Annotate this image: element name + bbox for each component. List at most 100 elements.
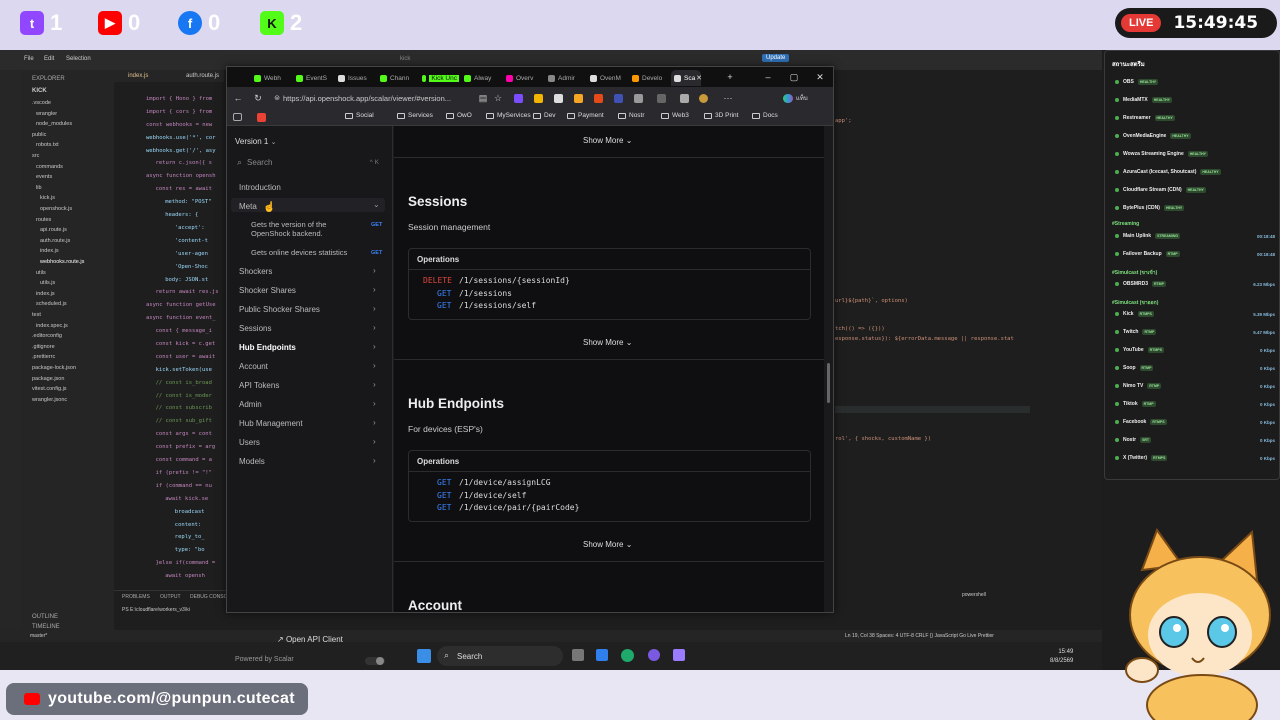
- browser-tab[interactable]: Admir: [545, 70, 585, 86]
- scrollbar-thumb[interactable]: [827, 363, 830, 403]
- nav-meta[interactable]: Meta: [239, 202, 257, 211]
- nav-item[interactable]: Account: [239, 362, 268, 371]
- browser-tab[interactable]: EventS: [293, 70, 333, 86]
- chevron-right-icon[interactable]: ›: [373, 456, 376, 465]
- extension-icon[interactable]: [554, 94, 563, 103]
- explorer-file[interactable]: kick.js: [40, 195, 55, 201]
- taskbar-clock[interactable]: 15:49 8/8/2569: [1050, 648, 1073, 666]
- edge-taskbar-icon[interactable]: [621, 649, 634, 662]
- reload-icon[interactable]: ↻: [251, 91, 265, 105]
- explorer-file[interactable]: auth.route.js: [40, 238, 70, 244]
- vscode-taskbar-icon[interactable]: [596, 649, 608, 661]
- browser-tab[interactable]: Webh: [251, 70, 291, 86]
- panel-tab-output[interactable]: OUTPUT: [160, 594, 181, 600]
- chevron-right-icon[interactable]: ›: [373, 437, 376, 446]
- extension-icon[interactable]: [594, 94, 603, 103]
- close-icon[interactable]: ✕: [809, 69, 831, 85]
- explorer-file[interactable]: package-lock.json: [32, 365, 76, 371]
- avatar[interactable]: [699, 94, 708, 103]
- explorer-file[interactable]: events: [36, 174, 52, 180]
- chevron-right-icon[interactable]: ›: [373, 361, 376, 370]
- git-branch[interactable]: master*: [30, 633, 47, 639]
- extension-icon[interactable]: [534, 94, 543, 103]
- nav-item[interactable]: Shocker Shares: [239, 286, 296, 295]
- downloads-icon[interactable]: [680, 94, 689, 103]
- explorer-file[interactable]: vitest.config.js: [32, 386, 67, 392]
- site-info-icon[interactable]: ⊜: [270, 91, 284, 105]
- windows-start-icon[interactable]: [417, 649, 431, 663]
- browser-tab[interactable]: Alway: [461, 70, 501, 86]
- route-path[interactable]: /1/device/assignLCG: [459, 478, 551, 487]
- extension-icon[interactable]: [657, 94, 666, 103]
- nav-item[interactable]: Hub Endpoints: [239, 343, 296, 352]
- tab-close-icon[interactable]: ✕: [693, 70, 705, 86]
- taskbar-search[interactable]: ⌕ Search: [437, 646, 563, 666]
- taskview-icon[interactable]: [572, 649, 584, 661]
- explorer-file[interactable]: wrangler.jsonc: [32, 397, 67, 403]
- explorer-file[interactable]: .editorconfig: [32, 333, 62, 339]
- explorer-file[interactable]: .prettierrc: [32, 354, 55, 360]
- bookmark-folder[interactable]: Services: [397, 112, 433, 119]
- panel-tab-problems[interactable]: PROBLEMS: [122, 594, 150, 600]
- explorer-file[interactable]: commands: [36, 164, 63, 170]
- explorer-file[interactable]: utils: [36, 270, 46, 276]
- bookmark-folder[interactable]: MyServices: [486, 112, 531, 119]
- open-api-client-button[interactable]: ↗ Open API Client: [277, 635, 343, 644]
- extension-icon[interactable]: [574, 94, 583, 103]
- browser-tab[interactable]: Develo: [629, 70, 669, 86]
- nav-meta-op-stats[interactable]: Gets online devices statistics: [251, 248, 347, 257]
- chevron-right-icon[interactable]: ›: [373, 342, 376, 351]
- mail-icon[interactable]: [233, 113, 242, 121]
- browser-tab[interactable]: Kick Unc: [419, 70, 459, 86]
- explorer-file[interactable]: utils.js: [40, 280, 55, 286]
- chevron-down-icon[interactable]: ⌄: [373, 200, 380, 209]
- explorer-file[interactable]: src: [32, 153, 39, 159]
- route-path[interactable]: /1/device/pair/{pairCode}: [459, 503, 579, 512]
- browser-tab[interactable]: Issues: [335, 70, 375, 86]
- nav-item[interactable]: Models: [239, 457, 265, 466]
- editor-tab[interactable]: index.js: [128, 73, 148, 79]
- nav-item[interactable]: Users: [239, 438, 260, 447]
- chevron-right-icon[interactable]: ›: [373, 418, 376, 427]
- explorer-file[interactable]: openshock.js: [40, 206, 72, 212]
- version-selector[interactable]: Version 1 ⌄: [235, 137, 276, 146]
- explorer-file[interactable]: public: [32, 132, 46, 138]
- explorer-file[interactable]: .vscode: [32, 100, 51, 106]
- explorer-file[interactable]: routes: [36, 217, 51, 223]
- nav-meta-op-version[interactable]: Gets the version of the OpenShock backen…: [251, 220, 361, 238]
- bookmark-folder[interactable]: Docs: [752, 112, 778, 119]
- show-more-button[interactable]: Show More ⌄: [583, 540, 632, 549]
- nav-item[interactable]: API Tokens: [239, 381, 279, 390]
- powered-by[interactable]: Powered by Scalar: [235, 656, 294, 663]
- update-button[interactable]: Update: [762, 54, 790, 62]
- chevron-right-icon[interactable]: ›: [373, 285, 376, 294]
- explorer-file[interactable]: node_modules: [36, 121, 72, 127]
- app-taskbar-icon[interactable]: [648, 649, 660, 661]
- gmail-icon[interactable]: [257, 113, 266, 122]
- back-icon[interactable]: ←: [231, 91, 245, 105]
- profile-button[interactable]: แท็บ: [783, 93, 808, 103]
- nav-item[interactable]: Public Shocker Shares: [239, 305, 320, 314]
- bookmark-folder[interactable]: Dev: [533, 112, 556, 119]
- bookmark-folder[interactable]: Web3: [661, 112, 689, 119]
- show-more-button[interactable]: Show More ⌄: [583, 136, 632, 145]
- reader-icon[interactable]: ▤: [476, 91, 490, 105]
- route-path[interactable]: /1/device/self: [459, 491, 526, 500]
- terminal-shell-label[interactable]: powershell: [962, 592, 986, 598]
- bookmark-folder[interactable]: Payment: [567, 112, 604, 119]
- menu-dots-icon[interactable]: ⋯: [721, 91, 735, 105]
- explorer-file[interactable]: lib: [36, 185, 42, 191]
- explorer-file[interactable]: wrangler: [36, 111, 57, 117]
- chevron-right-icon[interactable]: ›: [373, 266, 376, 275]
- nav-item[interactable]: Admin: [239, 400, 262, 409]
- search-input[interactable]: ⌕ Search ^ K: [235, 154, 383, 170]
- explorer-file[interactable]: index.spec.js: [36, 323, 68, 329]
- bookmark-folder[interactable]: Nostr: [618, 112, 645, 119]
- extension-icon[interactable]: [514, 94, 523, 103]
- bookmark-star-icon[interactable]: ☆: [491, 91, 505, 105]
- explorer-file[interactable]: .gitignore: [32, 344, 55, 350]
- route-path[interactable]: /1/sessions/self: [459, 301, 536, 310]
- explorer-file[interactable]: index.js: [36, 291, 55, 297]
- browser-tab[interactable]: Chann: [377, 70, 417, 86]
- explorer-file[interactable]: index.js: [40, 248, 59, 254]
